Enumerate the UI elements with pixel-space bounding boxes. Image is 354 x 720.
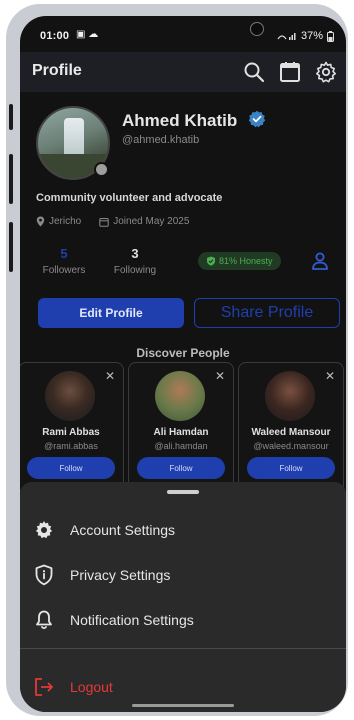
account-settings-item[interactable]: Account Settings	[32, 515, 332, 545]
phone-side-button	[9, 222, 13, 272]
close-icon[interactable]: ✕	[215, 369, 225, 383]
account-settings-label: Account Settings	[70, 522, 176, 538]
followers-count: 5	[60, 246, 68, 261]
person-handle: @rami.abbas	[44, 441, 98, 451]
edit-profile-button[interactable]: Edit Profile	[38, 298, 184, 328]
honesty-badge: 81% Honesty	[198, 252, 281, 270]
shield-check-icon	[207, 256, 215, 266]
followers-stat[interactable]: 5 Followers	[36, 246, 92, 276]
location-pin-icon	[36, 216, 45, 227]
profile-bio: Community volunteer and advocate	[36, 192, 223, 204]
share-profile-button[interactable]: Share Profile	[194, 298, 340, 328]
search-icon[interactable]	[242, 60, 266, 84]
followers-label: Followers	[42, 265, 86, 276]
home-indicator[interactable]	[132, 704, 234, 707]
settings-bottom-sheet: Account Settings Privacy Settings Notifi…	[20, 482, 346, 712]
person-avatar	[265, 371, 315, 421]
profile-location: Jericho	[49, 216, 82, 227]
app-bar-actions	[242, 60, 338, 84]
page-title: Profile	[32, 62, 82, 79]
following-count: 3	[131, 246, 139, 261]
status-right: 37%	[277, 30, 334, 42]
following-stat[interactable]: 3 Following	[106, 246, 164, 276]
person-card[interactable]: ✕ Waleed Mansour @waleed.mansour Follow	[238, 362, 344, 494]
follow-button[interactable]: Follow	[137, 457, 225, 479]
notification-icons: ▣ ☁	[76, 29, 99, 40]
person-name: Ali Hamdan	[153, 427, 209, 438]
settings-gear-icon[interactable]	[314, 60, 338, 84]
honesty-text: 81% Honesty	[219, 256, 273, 266]
app-bar: Profile	[20, 52, 346, 92]
gear-icon	[32, 518, 56, 542]
signal-icon	[277, 33, 296, 40]
bell-icon	[32, 608, 56, 632]
screen: 01:00 ▣ ☁ 37% Profile Ahmed Khatib @ahme…	[20, 16, 346, 712]
shield-info-icon	[32, 563, 56, 587]
profile-joined: Joined May 2025	[113, 216, 190, 227]
person-handle: @ali.hamdan	[154, 441, 208, 451]
notification-settings-item[interactable]: Notification Settings	[32, 605, 332, 635]
close-icon[interactable]: ✕	[105, 369, 115, 383]
notification-settings-label: Notification Settings	[70, 612, 194, 628]
status-bar: 01:00 ▣ ☁ 37%	[20, 16, 346, 50]
profile-name: Ahmed Khatib	[122, 111, 238, 130]
discover-title: Discover People	[136, 346, 230, 360]
logout-icon	[32, 675, 56, 699]
follow-button[interactable]: Follow	[247, 457, 335, 479]
sheet-drag-handle[interactable]	[167, 490, 199, 494]
person-avatar	[155, 371, 205, 421]
battery-percent: 37%	[300, 30, 323, 42]
person-card[interactable]: ✕ Rami Abbas @rami.abbas Follow	[20, 362, 124, 494]
calendar-icon[interactable]	[278, 60, 302, 84]
privacy-settings-item[interactable]: Privacy Settings	[32, 560, 332, 590]
person-avatar	[45, 371, 95, 421]
person-name: Rami Abbas	[42, 427, 100, 438]
calendar-small-icon	[99, 217, 109, 227]
person-handle: @waleed.mansour	[253, 441, 329, 451]
status-time: 01:00	[40, 30, 70, 42]
phone-side-button	[9, 104, 13, 130]
status-dot	[94, 162, 109, 177]
front-camera	[250, 22, 264, 36]
logout-label: Logout	[70, 679, 113, 695]
person-card[interactable]: ✕ Ali Hamdan @ali.hamdan Follow	[128, 362, 234, 494]
phone-frame: 01:00 ▣ ☁ 37% Profile Ahmed Khatib @ahme…	[6, 4, 348, 716]
profile-handle: @ahmed.khatib	[122, 134, 200, 146]
following-label: Following	[113, 265, 157, 276]
profile-meta: Jericho Joined May 2025	[36, 216, 189, 227]
follow-button[interactable]: Follow	[27, 457, 115, 479]
sheet-divider	[20, 648, 346, 649]
person-icon[interactable]	[310, 251, 330, 271]
battery-icon	[327, 30, 334, 42]
verified-badge-icon	[248, 110, 266, 128]
privacy-settings-label: Privacy Settings	[70, 567, 171, 583]
person-name: Waleed Mansour	[251, 427, 331, 438]
phone-side-button	[9, 154, 13, 204]
logout-item[interactable]: Logout	[32, 672, 332, 702]
close-icon[interactable]: ✕	[325, 369, 335, 383]
